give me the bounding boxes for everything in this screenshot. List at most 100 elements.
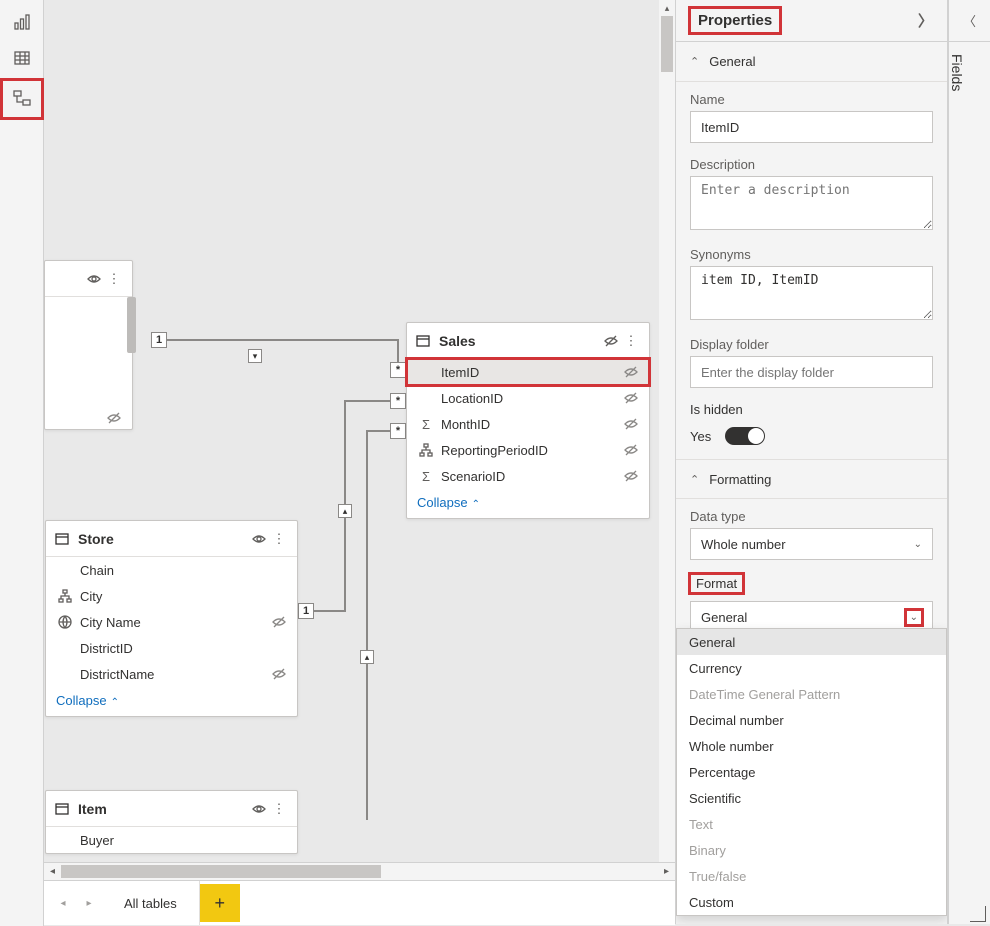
tab-scroll-right[interactable]: ▸ bbox=[76, 881, 102, 925]
format-label: Format bbox=[690, 574, 743, 593]
field-label: LocationID bbox=[435, 391, 621, 406]
model-view-button[interactable] bbox=[2, 80, 42, 118]
format-option: True/false bbox=[677, 863, 946, 889]
field-label: DistrictName bbox=[74, 667, 269, 682]
description-input[interactable] bbox=[690, 176, 933, 230]
canvas-horizontal-scrollbar[interactable]: ◂ ▸ bbox=[44, 863, 675, 880]
view-rail bbox=[0, 0, 44, 926]
hierarchy-icon bbox=[56, 589, 74, 603]
field-row[interactable]: City Name bbox=[46, 609, 297, 635]
panel-title: Properties bbox=[690, 8, 780, 33]
field-row[interactable]: ReportingPeriodID bbox=[407, 437, 649, 463]
globe-icon bbox=[56, 615, 74, 629]
table-title: Sales bbox=[439, 333, 601, 349]
format-option[interactable]: Whole number bbox=[677, 733, 946, 759]
properties-panel: Properties 〉 ⌃ General Name Description … bbox=[675, 0, 948, 924]
layout-tab-all-tables[interactable]: All tables bbox=[102, 881, 200, 925]
field-row-itemid[interactable]: ItemID bbox=[407, 359, 649, 385]
data-view-button[interactable] bbox=[8, 44, 36, 72]
field-row[interactable]: Σ ScenarioID bbox=[407, 463, 649, 489]
hidden-icon[interactable] bbox=[621, 469, 641, 483]
filter-direction-icon: ▴ bbox=[338, 504, 352, 518]
scroll-left-icon[interactable]: ◂ bbox=[44, 863, 61, 880]
scroll-right-icon[interactable]: ▸ bbox=[658, 863, 675, 880]
format-option[interactable]: Custom bbox=[677, 889, 946, 915]
sigma-icon: Σ bbox=[417, 417, 435, 432]
section-title: Formatting bbox=[709, 472, 771, 487]
relationship-line[interactable] bbox=[366, 430, 368, 820]
is-hidden-value: Yes bbox=[690, 429, 711, 444]
expand-fields-icon[interactable]: 〈 bbox=[949, 0, 990, 42]
table-header[interactable]: Item ⋮ bbox=[46, 791, 297, 827]
more-icon[interactable]: ⋮ bbox=[104, 271, 124, 287]
synonyms-input[interactable]: item ID, ItemID bbox=[690, 266, 933, 320]
cardinality-many: * bbox=[390, 393, 406, 409]
is-hidden-toggle[interactable] bbox=[725, 427, 765, 445]
field-label: DistrictID bbox=[74, 641, 289, 656]
hidden-icon[interactable] bbox=[621, 365, 641, 379]
section-formatting[interactable]: ⌃ Formatting bbox=[676, 459, 947, 499]
tab-scroll-left[interactable]: ◂ bbox=[50, 881, 76, 925]
field-label: Buyer bbox=[74, 833, 289, 848]
collapse-panel-icon[interactable]: 〉 bbox=[918, 10, 933, 31]
hidden-icon[interactable] bbox=[621, 443, 641, 457]
format-option[interactable]: Percentage bbox=[677, 759, 946, 785]
table-header[interactable]: Sales ⋮ bbox=[407, 323, 649, 359]
more-icon[interactable]: ⋮ bbox=[621, 333, 641, 349]
data-type-select[interactable]: Whole number ⌄ bbox=[690, 528, 933, 560]
format-option[interactable]: Decimal number bbox=[677, 707, 946, 733]
display-folder-input[interactable] bbox=[690, 356, 933, 388]
select-value: General bbox=[701, 610, 747, 625]
collapse-link[interactable]: Collapse⌃ bbox=[407, 489, 649, 518]
field-row[interactable]: Buyer bbox=[46, 827, 297, 853]
more-icon[interactable]: ⋮ bbox=[269, 531, 289, 547]
field-label: ScenarioID bbox=[435, 469, 621, 484]
fields-pane-collapsed[interactable]: 〈 Fields bbox=[948, 0, 990, 924]
format-option: DateTime General Pattern bbox=[677, 681, 946, 707]
format-dropdown[interactable]: GeneralCurrencyDateTime General PatternD… bbox=[676, 628, 947, 916]
field-row[interactable]: City bbox=[46, 583, 297, 609]
visibility-icon[interactable] bbox=[249, 802, 269, 816]
add-layout-tab[interactable]: + bbox=[200, 884, 240, 922]
table-card-cropped[interactable]: ⋮ bbox=[44, 260, 133, 430]
model-canvas[interactable]: ▴ ⋮ 1 ▾ * 1 ▴ * ▴ * S bbox=[44, 0, 675, 862]
scroll-up-arrow-icon[interactable]: ▴ bbox=[659, 0, 675, 16]
fullscreen-icon[interactable] bbox=[970, 906, 986, 922]
hidden-icon bbox=[104, 411, 124, 425]
hidden-icon[interactable] bbox=[601, 334, 621, 348]
relationship-line[interactable] bbox=[167, 339, 399, 341]
scrollbar-thumb[interactable] bbox=[661, 16, 673, 72]
field-row[interactable]: DistrictName bbox=[46, 661, 297, 687]
visibility-icon[interactable] bbox=[84, 272, 104, 286]
visibility-icon[interactable] bbox=[249, 532, 269, 546]
field-row[interactable]: Chain bbox=[46, 557, 297, 583]
report-view-button[interactable] bbox=[8, 8, 36, 36]
field-row[interactable]: Σ MonthID bbox=[407, 411, 649, 437]
format-option[interactable]: Scientific bbox=[677, 785, 946, 811]
table-card-sales[interactable]: Sales ⋮ ItemID LocationID Σ MonthID Repo… bbox=[406, 322, 650, 519]
field-label: MonthID bbox=[435, 417, 621, 432]
format-option[interactable]: Currency bbox=[677, 655, 946, 681]
sigma-icon: Σ bbox=[417, 469, 435, 484]
chevron-down-icon: ⌄ bbox=[906, 610, 922, 625]
more-icon[interactable]: ⋮ bbox=[269, 801, 289, 817]
card-scrollbar[interactable] bbox=[127, 297, 136, 353]
table-header[interactable]: Store ⋮ bbox=[46, 521, 297, 557]
table-card-item[interactable]: Item ⋮ Buyer bbox=[45, 790, 298, 854]
relationship-line[interactable] bbox=[314, 610, 346, 612]
hidden-icon[interactable] bbox=[621, 391, 641, 405]
scrollbar-thumb[interactable] bbox=[61, 865, 381, 878]
hidden-icon[interactable] bbox=[621, 417, 641, 431]
field-row[interactable]: LocationID bbox=[407, 385, 649, 411]
table-title: Store bbox=[78, 531, 249, 547]
field-row[interactable]: DistrictID bbox=[46, 635, 297, 661]
canvas-vertical-scrollbar[interactable]: ▴ bbox=[659, 0, 675, 862]
name-input[interactable] bbox=[690, 111, 933, 143]
hidden-icon[interactable] bbox=[269, 667, 289, 681]
cardinality-one: 1 bbox=[151, 332, 167, 348]
section-general[interactable]: ⌃ General bbox=[676, 42, 947, 82]
table-card-store[interactable]: Store ⋮ Chain City City Name DistrictID … bbox=[45, 520, 298, 717]
collapse-link[interactable]: Collapse⌃ bbox=[46, 687, 297, 716]
hidden-icon[interactable] bbox=[269, 615, 289, 629]
format-option[interactable]: General bbox=[677, 629, 946, 655]
